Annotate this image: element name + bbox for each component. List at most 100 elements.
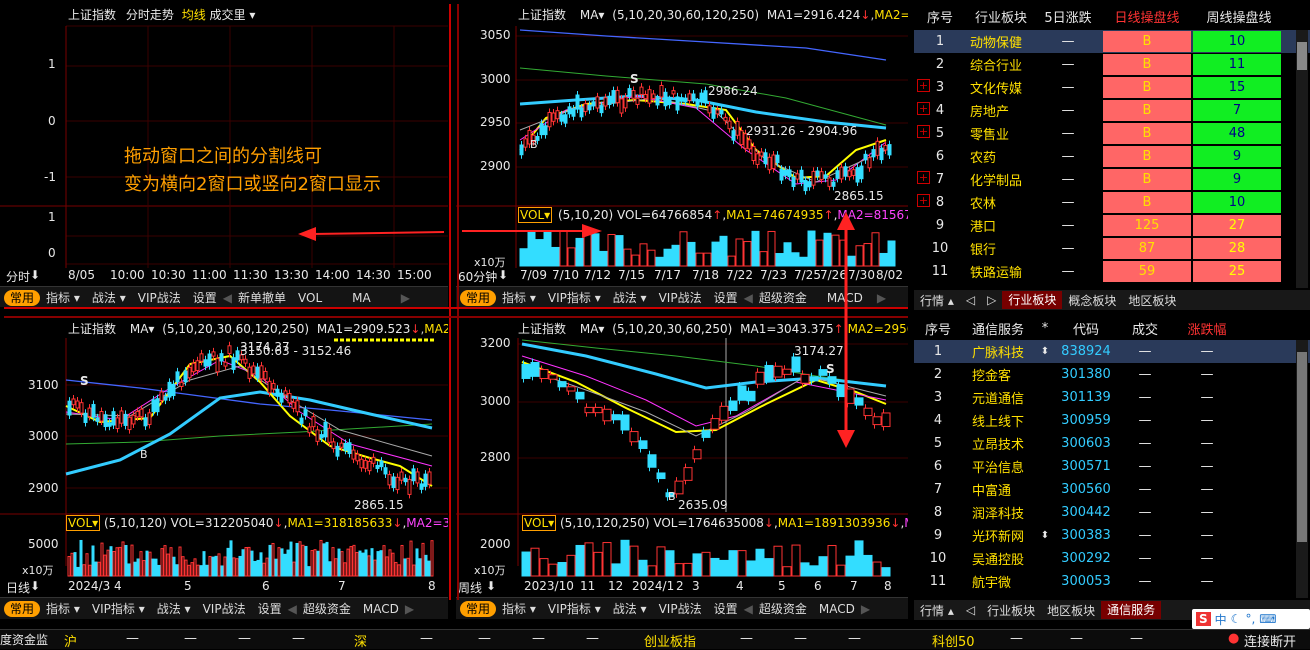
fund-monitor-label[interactable]: 度资金监 — [0, 631, 48, 648]
scroll-left-icon[interactable]: ◁ — [960, 293, 981, 307]
col-volume[interactable]: 成交 — [1116, 319, 1174, 338]
super-fund-button[interactable]: 超级资金 — [753, 289, 813, 306]
expand-icon[interactable]: + — [917, 125, 930, 138]
vip-tactic-button[interactable]: VIP战法 — [653, 289, 708, 306]
common-button[interactable]: 常用 — [4, 289, 41, 306]
tab-quote[interactable]: 行情 ▴ — [914, 292, 960, 309]
super-fund-button[interactable]: 超级资金 — [753, 600, 813, 617]
scroll-right-icon[interactable]: ▶ — [401, 291, 410, 305]
stock-row[interactable]: 5 立昂技术 300603 — — — [914, 432, 1310, 455]
stock-row[interactable]: 8 润泽科技 300442 — — — [914, 501, 1310, 524]
common-button[interactable]: 常用 — [4, 600, 41, 617]
stock-row[interactable]: 11 航宇微 300053 — — — [914, 570, 1310, 593]
punct-icon[interactable]: °, — [1245, 612, 1255, 626]
indicator-button[interactable]: 指标 ▾ — [496, 600, 542, 617]
col-star[interactable]: * — [1034, 321, 1056, 336]
col-weekly-line[interactable]: 周线操盘线 — [1194, 7, 1284, 26]
kc50-index-label[interactable]: 科创50 — [932, 631, 975, 650]
expand-icon[interactable]: + — [917, 194, 930, 207]
col-index[interactable]: 序号 — [914, 7, 966, 26]
sogou-icon[interactable]: S — [1196, 612, 1211, 626]
sector-row[interactable]: 5 零售业 — B 48 — [914, 122, 1310, 145]
col-5day[interactable]: 5日涨跌 — [1036, 7, 1100, 26]
sector-row[interactable]: 6 农药 — B 9 — [914, 145, 1310, 168]
expand-icon[interactable]: + — [917, 79, 930, 92]
expand-icon[interactable]: + — [917, 171, 930, 184]
keyboard-icon[interactable]: ⌨ — [1259, 612, 1276, 626]
vip-tactic-button[interactable]: VIP战法 — [197, 600, 252, 617]
tactic-button[interactable]: 战法 ▾ — [86, 289, 132, 306]
tab-region[interactable]: 地区板块 — [1041, 602, 1101, 619]
tab-concept[interactable]: 概念板块 — [1062, 292, 1122, 309]
col-daily-line[interactable]: 日线操盘线 — [1100, 7, 1194, 26]
sector-row[interactable]: 1 动物保健 — B 10 — [914, 30, 1310, 53]
tab-industry[interactable]: 行业板块 — [981, 602, 1041, 619]
vip-indicator-button[interactable]: VIP指标 ▾ — [542, 289, 607, 306]
vol-tag[interactable]: VOL▾ — [518, 207, 553, 223]
scroll-right-icon[interactable]: ▶ — [405, 602, 414, 616]
col-change[interactable]: 涨跌幅 — [1174, 319, 1240, 338]
stock-row[interactable]: 1 广脉科技 ⬍ 838924 — — — [914, 340, 1310, 363]
sector-row[interactable]: 4 房地产 — B 7 — [914, 99, 1310, 122]
sector-row[interactable]: 11 铁路运输 — 59 25 — [914, 260, 1310, 283]
ma-button[interactable]: MA — [346, 291, 377, 305]
stock-row[interactable]: 3 元道通信 301139 — — — [914, 386, 1310, 409]
sector-row[interactable]: 9 港口 — 125 27 — [914, 214, 1310, 237]
super-fund-button[interactable]: 超级资金 — [297, 600, 357, 617]
sector-row[interactable]: 10 银行 — 87 28 — [914, 237, 1310, 260]
settings-button[interactable]: 设置 — [708, 289, 744, 306]
sector-row[interactable]: 3 文化传媒 — B 15 — [914, 76, 1310, 99]
scroll-left-icon[interactable]: ◀ — [744, 602, 753, 616]
scroll-left-icon[interactable]: ◀ — [223, 291, 232, 305]
sh-index-label[interactable]: 沪 — [64, 631, 77, 650]
tab-quote[interactable]: 行情 ▴ — [914, 602, 960, 619]
common-button[interactable]: 常用 — [460, 289, 497, 306]
sz-index-label[interactable]: 深 — [354, 631, 367, 650]
vertical-splitter[interactable] — [449, 4, 451, 600]
stock-row[interactable]: 6 平治信息 300571 — — — [914, 455, 1310, 478]
macd-button[interactable]: MACD — [357, 602, 405, 616]
indicator-button[interactable]: 指标 ▾ — [40, 600, 86, 617]
scroll-left-icon[interactable]: ◀ — [744, 291, 753, 305]
vol-tag[interactable]: VOL▾ — [522, 515, 557, 531]
col-sector[interactable]: 行业板块 — [966, 7, 1036, 26]
vip-tactic-button[interactable]: VIP战法 — [653, 600, 708, 617]
vol-tag[interactable]: VOL▾ — [66, 515, 101, 531]
cyb-index-label[interactable]: 创业板指 — [644, 631, 696, 650]
ime-toolbar[interactable]: S 中 ☾ °, ⌨ — [1192, 609, 1310, 629]
scroll-left-icon[interactable]: ◀ — [288, 602, 297, 616]
vip-indicator-button[interactable]: VIP指标 ▾ — [86, 600, 151, 617]
indicator-button[interactable]: 指标 ▾ — [496, 289, 542, 306]
tab-region[interactable]: 地区板块 — [1122, 292, 1182, 309]
scroll-left-icon[interactable]: ◁ — [960, 603, 981, 617]
scroll-right-icon[interactable]: ▶ — [877, 291, 886, 305]
macd-button[interactable]: MACD — [813, 602, 861, 616]
stock-row[interactable]: 4 线上线下 300959 — — — [914, 409, 1310, 432]
stock-row[interactable]: 7 中富通 300560 — — — [914, 478, 1310, 501]
stock-row[interactable]: 2 挖金客 301380 — — — [914, 363, 1310, 386]
order-cancel-button[interactable]: 新单撤单 — [232, 289, 292, 306]
expand-icon[interactable]: + — [917, 102, 930, 115]
tactic-button[interactable]: 战法 ▾ — [607, 289, 653, 306]
stock-row[interactable]: 9 光环新网 ⬍ 300383 — — — [914, 524, 1310, 547]
col-name[interactable]: 通信服务 — [962, 319, 1034, 338]
settings-button[interactable]: 设置 — [708, 600, 744, 617]
sector-row[interactable]: 7 化学制品 — B 9 — [914, 168, 1310, 191]
vol-button[interactable]: VOL — [292, 291, 328, 305]
tactic-button[interactable]: 战法 ▾ — [607, 600, 653, 617]
indicator-button[interactable]: 指标 ▾ — [40, 289, 86, 306]
tactic-button[interactable]: 战法 ▾ — [151, 600, 197, 617]
vip-indicator-button[interactable]: VIP指标 ▾ — [542, 600, 607, 617]
scroll-right-icon[interactable]: ▶ — [861, 602, 870, 616]
ime-mode[interactable]: 中 — [1215, 611, 1227, 628]
tab-industry[interactable]: 行业板块 — [1002, 291, 1063, 309]
horizontal-splitter[interactable] — [4, 307, 908, 309]
col-code[interactable]: 代码 — [1056, 319, 1116, 338]
moon-icon[interactable]: ☾ — [1231, 612, 1242, 626]
common-button[interactable]: 常用 — [460, 600, 497, 617]
stock-row[interactable]: 10 吴通控股 300292 — — — [914, 547, 1310, 570]
sector-scrollbar[interactable] — [1296, 30, 1308, 288]
settings-button[interactable]: 设置 — [252, 600, 288, 617]
stock-scrollbar[interactable] — [1296, 340, 1308, 598]
settings-button[interactable]: 设置 — [187, 289, 223, 306]
